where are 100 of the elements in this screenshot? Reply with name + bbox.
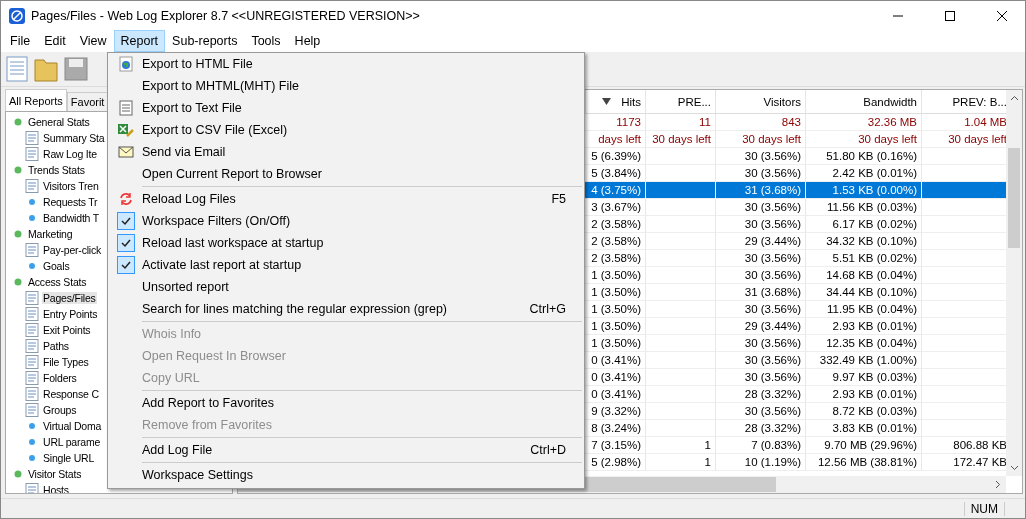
table-cell[interactable] — [646, 199, 716, 216]
table-cell[interactable]: 332.49 KB (1.00%) — [806, 352, 922, 369]
menu-entry[interactable]: Reload Log Files F5 — [110, 188, 582, 210]
maximize-icon[interactable] — [945, 10, 955, 21]
scroll-up-icon[interactable] — [1009, 95, 1019, 101]
table-cell[interactable]: 1 (3.50%) — [586, 284, 646, 301]
tree-group[interactable]: Access Stats — [27, 276, 88, 288]
scroll-down-icon[interactable] — [1009, 465, 1019, 471]
tree-group[interactable]: Visitor Stats — [27, 468, 83, 480]
scroll-right-icon[interactable] — [995, 480, 1001, 489]
table-cell[interactable]: 30 (3.56%) — [716, 335, 806, 352]
tree-item[interactable]: Entry Points — [42, 308, 99, 320]
table-cell[interactable]: 30 (3.56%) — [716, 199, 806, 216]
folder-icon[interactable] — [34, 56, 58, 82]
tree-item[interactable]: Visitors Tren — [42, 180, 100, 192]
menu-entry[interactable]: Add Report to Favorites — [110, 392, 582, 414]
table-cell[interactable]: 30 (3.56%) — [716, 267, 806, 284]
table-cell[interactable]: 30 (3.56%) — [716, 148, 806, 165]
table-cell[interactable]: 12.35 KB (0.04%) — [806, 335, 922, 352]
menu-item[interactable]: Tools — [244, 30, 288, 52]
table-cell[interactable]: 31 (3.68%) — [716, 182, 806, 199]
table-cell[interactable]: 30 (3.56%) — [716, 369, 806, 386]
table-cell[interactable]: 30 (3.56%) — [716, 403, 806, 420]
tree-item[interactable]: URL parame — [42, 436, 102, 448]
table-cell[interactable]: 2.93 KB (0.01%) — [806, 386, 922, 403]
table-cell[interactable]: 1 (3.50%) — [586, 301, 646, 318]
table-cell[interactable]: 10 (1.19%) — [716, 454, 806, 471]
menu-item[interactable]: Sub-reports — [165, 30, 245, 52]
table-cell[interactable]: 3.83 KB (0.01%) — [806, 420, 922, 437]
new-document-icon[interactable] — [6, 56, 28, 82]
menu-entry[interactable]: Activate last report at startup — [110, 254, 582, 276]
table-cell[interactable]: 28 (3.32%) — [716, 386, 806, 403]
menu-entry[interactable]: Export to Text File — [110, 97, 582, 119]
close-icon[interactable] — [997, 10, 1007, 21]
sidebar-tab[interactable]: All Reports — [5, 89, 67, 111]
table-cell[interactable]: 30 (3.56%) — [716, 216, 806, 233]
table-cell[interactable]: 28 (3.32%) — [716, 420, 806, 437]
menu-entry[interactable]: Export to CSV File (Excel) — [110, 119, 582, 141]
menu-entry[interactable]: Workspace Settings — [110, 464, 582, 486]
table-cell[interactable]: 1 — [646, 454, 716, 471]
menu-entry[interactable]: Export to HTML File — [110, 53, 582, 75]
menu-entry[interactable]: Workspace Filters (On/Off) — [110, 210, 582, 232]
table-cell[interactable]: 1 — [646, 437, 716, 454]
table-cell[interactable]: 12.56 MB (38.81%) — [806, 454, 922, 471]
table-cell[interactable]: 9.97 KB (0.03%) — [806, 369, 922, 386]
tree-group[interactable]: Trends Stats — [27, 164, 86, 176]
table-cell[interactable]: 5 (2.98%) — [586, 454, 646, 471]
table-cell[interactable]: 1 (3.50%) — [586, 318, 646, 335]
tree-item[interactable]: Goals — [42, 260, 71, 272]
menu-item[interactable]: Help — [287, 30, 328, 52]
tree-item[interactable]: Bandwidth T — [42, 212, 100, 224]
table-cell[interactable]: 8.72 KB (0.03%) — [806, 403, 922, 420]
menu-item[interactable]: View — [72, 30, 114, 52]
menu-entry[interactable]: Export to MHTML(MHT) File — [110, 75, 582, 97]
table-cell[interactable]: 1 (3.50%) — [586, 267, 646, 284]
table-cell[interactable]: 0 (3.41%) — [586, 352, 646, 369]
table-cell[interactable]: 1.53 KB (0.00%) — [806, 182, 922, 199]
table-cell[interactable]: 30 (3.56%) — [716, 352, 806, 369]
table-cell[interactable]: 7 (3.15%) — [586, 437, 646, 454]
table-cell[interactable]: 4 (3.75%) — [586, 182, 646, 199]
table-cell[interactable]: 30 (3.56%) — [716, 250, 806, 267]
table-cell[interactable]: 6.17 KB (0.02%) — [806, 216, 922, 233]
table-cell[interactable]: 14.68 KB (0.04%) — [806, 267, 922, 284]
table-cell[interactable]: 30 (3.56%) — [716, 165, 806, 182]
menu-item[interactable]: File — [3, 30, 38, 52]
table-cell[interactable]: 1 (3.50%) — [586, 335, 646, 352]
menu-entry[interactable]: Unsorted report — [110, 276, 582, 298]
table-cell[interactable]: 9.70 MB (29.96%) — [806, 437, 922, 454]
tree-item[interactable]: File Types — [42, 356, 90, 368]
tree-item[interactable]: Virtual Doma — [42, 420, 103, 432]
table-cell[interactable]: 2.93 KB (0.01%) — [806, 318, 922, 335]
table-cell[interactable]: 29 (3.44%) — [716, 233, 806, 250]
tree-item[interactable]: Requests Tr — [42, 196, 99, 208]
table-cell[interactable]: 0 (3.41%) — [586, 369, 646, 386]
tree-item[interactable]: Response C — [42, 388, 100, 400]
table-cell[interactable]: 7 (0.83%) — [716, 437, 806, 454]
tree-group[interactable]: General Stats — [27, 116, 91, 128]
table-cell[interactable]: 29 (3.44%) — [716, 318, 806, 335]
save-icon[interactable] — [64, 56, 88, 82]
table-cell[interactable]: 34.44 KB (0.10%) — [806, 284, 922, 301]
table-cell[interactable]: 11.95 KB (0.04%) — [806, 301, 922, 318]
table-cell[interactable]: 51.80 KB (0.16%) — [806, 148, 922, 165]
tree-item[interactable]: Pages/Files — [42, 292, 97, 304]
table-cell[interactable]: 2.42 KB (0.01%) — [806, 165, 922, 182]
scrollbar-thumb[interactable] — [1008, 148, 1020, 248]
table-cell[interactable]: 2 (3.58%) — [586, 216, 646, 233]
sidebar-tab[interactable]: Favorit — [66, 92, 109, 111]
table-cell[interactable]: 34.32 KB (0.10%) — [806, 233, 922, 250]
table-cell[interactable]: 5 (6.39%) — [586, 148, 646, 165]
table-cell[interactable]: 3 (3.67%) — [586, 199, 646, 216]
tree-item[interactable]: Paths — [42, 340, 70, 352]
table-cell[interactable]: 5 (3.84%) — [586, 165, 646, 182]
tree-item[interactable]: Folders — [42, 372, 78, 384]
tree-item[interactable]: Groups — [42, 404, 78, 416]
menu-entry[interactable]: Open Current Report to Browser — [110, 163, 582, 185]
tree-item[interactable]: Exit Points — [42, 324, 92, 336]
menu-entry[interactable]: Reload last workspace at startup — [110, 232, 582, 254]
table-cell[interactable]: 2 (3.58%) — [586, 233, 646, 250]
menu-item[interactable]: Report — [113, 30, 166, 52]
tree-group[interactable]: Marketing — [27, 228, 74, 240]
